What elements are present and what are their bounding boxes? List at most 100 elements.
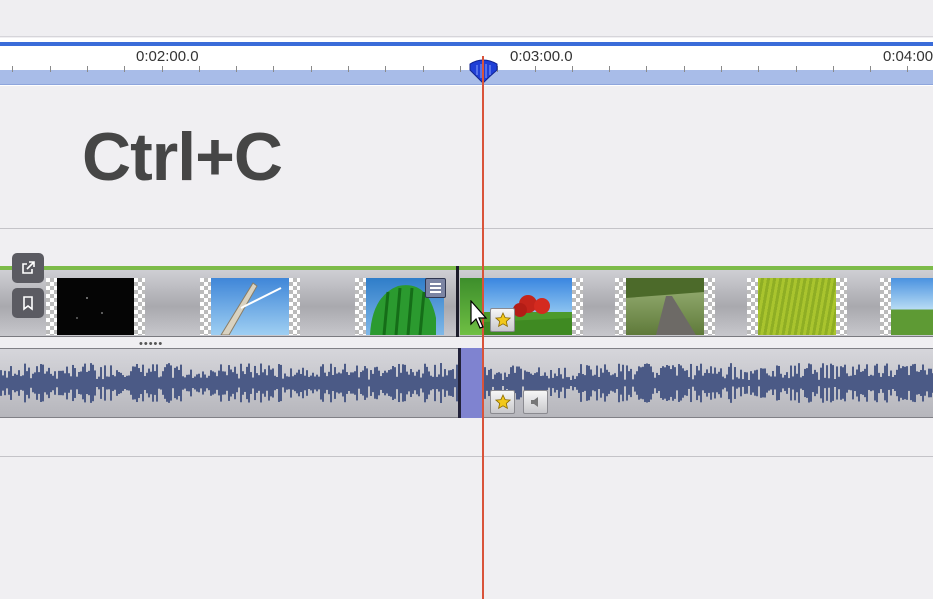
waveform-bar <box>728 366 730 400</box>
waveform-bar <box>294 374 296 392</box>
timeline-ruler[interactable]: 0:02:00.0 0:03:00.0 0:04:00 <box>0 38 933 86</box>
waveform-bar <box>210 370 212 396</box>
waveform-bar <box>80 371 82 395</box>
waveform-bar <box>326 376 328 390</box>
ruler-minor-tick <box>50 66 51 72</box>
waveform-bar <box>182 376 184 390</box>
waveform-bar <box>252 377 254 389</box>
clip-countryside[interactable] <box>891 278 933 335</box>
waveform-bar <box>604 364 606 402</box>
waveform-bar <box>814 369 816 397</box>
waveform-bar <box>670 369 672 397</box>
bookmark-icon[interactable] <box>12 288 44 318</box>
waveform-bar <box>618 363 620 403</box>
waveform-bar <box>562 378 564 388</box>
waveform-bar <box>446 375 448 391</box>
waveform-bar <box>348 374 350 392</box>
waveform-bar <box>866 364 868 402</box>
ruler-minor-tick <box>162 66 163 72</box>
waveform-bar <box>90 363 92 403</box>
waveform-bar <box>432 376 434 390</box>
waveform-bar <box>620 371 622 395</box>
waveform-bar <box>900 368 902 398</box>
waveform-bar <box>278 364 280 402</box>
waveform-bar <box>494 374 496 392</box>
waveform-bar <box>826 365 828 401</box>
waveform-bar <box>260 363 262 403</box>
ruler-loop-region[interactable] <box>0 70 933 85</box>
waveform-bar <box>630 368 632 398</box>
waveform-bar <box>22 375 24 391</box>
waveform-bar <box>574 378 576 388</box>
waveform-bar <box>92 364 94 402</box>
waveform-bar <box>680 365 682 401</box>
waveform-bar <box>218 370 220 396</box>
waveform-bar <box>910 365 912 401</box>
waveform-bar <box>584 375 586 391</box>
audio-selection[interactable] <box>458 348 482 418</box>
waveform-bar <box>372 373 374 393</box>
waveform-bar <box>164 367 166 399</box>
waveform-bar <box>812 373 814 393</box>
waveform-bar <box>304 375 306 391</box>
waveform-bar <box>768 375 770 391</box>
waveform-bar <box>650 366 652 400</box>
waveform-bar <box>112 374 114 392</box>
waveform-bar <box>70 376 72 390</box>
waveform-bar <box>360 371 362 395</box>
waveform-bar <box>286 376 288 390</box>
ruler-minor-tick <box>907 66 908 72</box>
waveform-bar <box>318 376 320 390</box>
clip-menu-icon[interactable] <box>425 278 446 298</box>
waveform-bar <box>108 376 110 390</box>
star-icon[interactable] <box>490 390 515 414</box>
waveform-bar <box>74 368 76 398</box>
waveform-bar <box>192 377 194 389</box>
waveform-bar <box>242 371 244 395</box>
waveform-bar <box>874 365 876 401</box>
clip-grass-field[interactable] <box>758 278 836 335</box>
ruler-minor-tick <box>385 66 386 72</box>
waveform-bar <box>920 369 922 397</box>
waveform-bar <box>280 364 282 402</box>
waveform-bar <box>324 372 326 394</box>
speaker-icon[interactable] <box>523 390 548 414</box>
waveform-bar <box>642 366 644 400</box>
waveform-bar <box>134 366 136 400</box>
waveform-bar <box>230 369 232 397</box>
clip-road[interactable] <box>626 278 704 335</box>
waveform-bar <box>808 363 810 403</box>
clip-sky-tower[interactable] <box>211 278 289 336</box>
waveform-bar <box>886 363 888 403</box>
waveform-bar <box>684 370 686 396</box>
clip-dark-scene[interactable] <box>57 278 134 335</box>
waveform-bar <box>502 379 504 387</box>
star-icon[interactable] <box>490 308 515 332</box>
ruler-minor-tick <box>236 66 237 72</box>
waveform-bar <box>160 376 162 390</box>
waveform-bar <box>110 365 112 401</box>
clip-border <box>289 278 300 335</box>
waveform-bar <box>882 373 884 393</box>
waveform-bar <box>64 373 66 393</box>
waveform-bar <box>0 370 2 396</box>
waveform-bar <box>150 371 152 395</box>
waveform-bar <box>640 367 642 399</box>
waveform-bar <box>730 363 732 403</box>
waveform-bar <box>590 369 592 397</box>
waveform-bar <box>246 366 248 400</box>
waveform-bar <box>532 374 534 392</box>
waveform-bar <box>136 363 138 403</box>
waveform-bar <box>188 374 190 392</box>
waveform-bar <box>450 370 452 396</box>
waveform-bar <box>588 365 590 401</box>
waveform-bar <box>398 363 400 403</box>
external-link-icon[interactable] <box>12 253 44 283</box>
waveform-bar <box>688 377 690 389</box>
waveform-bar <box>384 370 386 396</box>
waveform-bar <box>374 367 376 399</box>
waveform-bar <box>784 375 786 391</box>
waveform-bar <box>50 373 52 393</box>
waveform-bar <box>484 367 486 399</box>
waveform-bar <box>798 363 800 403</box>
